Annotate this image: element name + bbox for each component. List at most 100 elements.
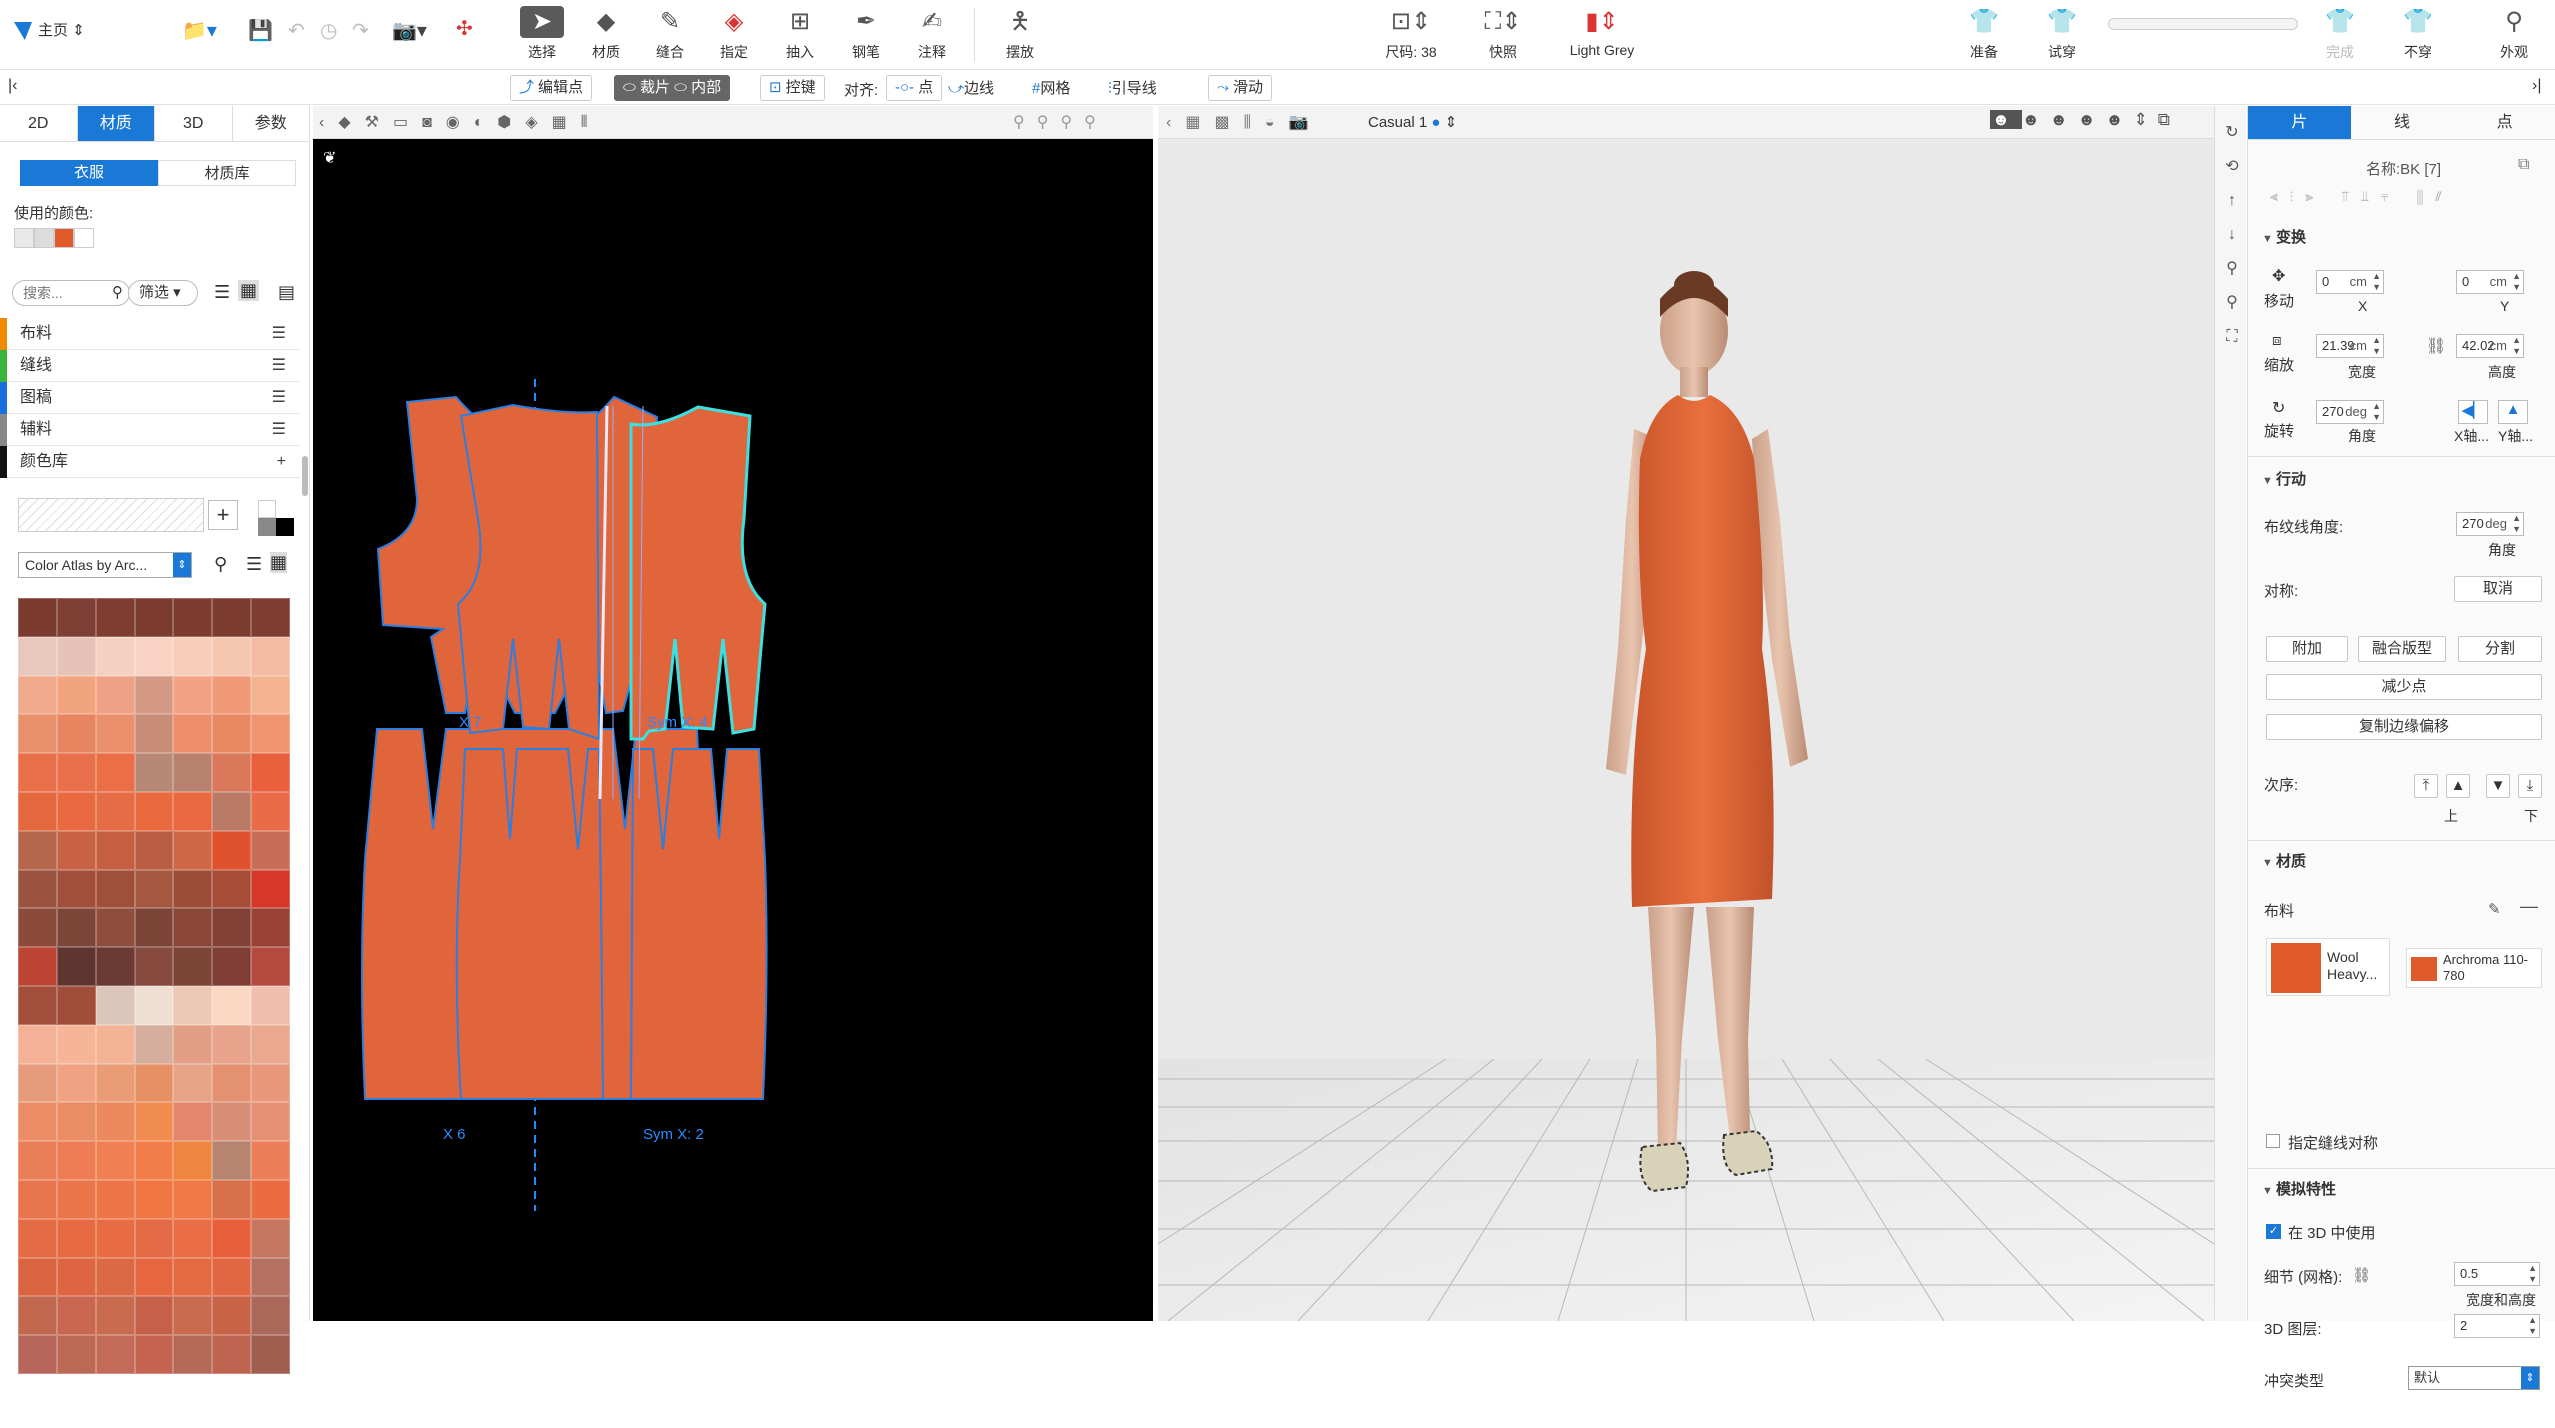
color-swatch[interactable] <box>251 1179 290 1219</box>
color-swatch[interactable] <box>134 598 174 637</box>
control-button[interactable]: ⊡ 控键 <box>760 75 825 101</box>
snapshot-selector[interactable]: ⛶⇕ 快照 <box>1466 6 1540 66</box>
color-swatch[interactable] <box>134 714 174 754</box>
color-swatch[interactable] <box>56 675 96 715</box>
color-swatch[interactable] <box>95 1024 135 1064</box>
color-swatch[interactable] <box>251 636 290 676</box>
color-swatch[interactable] <box>212 1296 252 1336</box>
color-swatch[interactable] <box>95 598 135 637</box>
color-swatch[interactable] <box>134 908 174 948</box>
color-swatch[interactable] <box>56 1335 96 1374</box>
color-swatch[interactable] <box>134 1296 174 1336</box>
color-swatch[interactable] <box>173 1335 213 1374</box>
use-in-3d-checkbox[interactable]: ✓ <box>2266 1224 2281 1239</box>
color-swatch[interactable] <box>134 1063 174 1103</box>
color-swatch[interactable] <box>251 830 290 870</box>
color-swatch[interactable] <box>212 791 252 831</box>
camera-preset-dropdown[interactable]: Casual 1 ● ⇕ <box>1368 113 1457 131</box>
color-swatch[interactable] <box>95 1257 135 1297</box>
color-swatch[interactable] <box>212 869 252 909</box>
color-swatch[interactable] <box>173 830 213 870</box>
color-swatch[interactable] <box>18 1296 57 1336</box>
section-material[interactable]: 材质 <box>2262 850 2306 871</box>
color-swatch[interactable] <box>251 1257 290 1297</box>
redo-icon[interactable]: ↷ <box>352 18 369 43</box>
color-swatch[interactable] <box>173 1141 213 1180</box>
color-swatch[interactable] <box>173 947 213 986</box>
color-swatch[interactable] <box>173 1179 213 1219</box>
color-swatch[interactable] <box>18 1102 57 1142</box>
align-grid-button[interactable]: # 网格 <box>1032 77 1070 101</box>
copy-offset-button[interactable]: 复制边缘偏移 <box>2266 714 2542 740</box>
tryon-button[interactable]: 👕 试穿 <box>2030 6 2094 66</box>
color-swatch[interactable] <box>212 1141 252 1180</box>
avatar-color-selector[interactable]: ▮⇕ Light Grey <box>1560 6 1644 66</box>
color-swatch[interactable] <box>251 1141 290 1180</box>
section-behavior[interactable]: 行动 <box>2262 468 2306 489</box>
color-swatch[interactable] <box>95 985 135 1025</box>
color-swatch[interactable] <box>134 1335 174 1374</box>
color-swatch[interactable] <box>212 1257 252 1297</box>
color-swatch[interactable] <box>173 1102 213 1142</box>
move-x-input[interactable]: 0 cm ▲ ▼ <box>2316 270 2384 294</box>
3d-side-tool-icons[interactable]: ↻ ⟲ ↑ ↓ ⚲ ⚲ ⛶ <box>2223 116 2241 354</box>
color-swatch[interactable] <box>95 636 135 676</box>
color-swatch[interactable] <box>95 908 135 948</box>
add-color-button[interactable]: + <box>208 500 238 530</box>
pen-tool[interactable]: ✒ 钢笔 <box>834 6 898 66</box>
color-swatch[interactable] <box>251 1102 290 1142</box>
color-swatch[interactable] <box>251 1335 290 1374</box>
color-swatch[interactable] <box>212 598 252 637</box>
color-swatch[interactable] <box>18 985 57 1025</box>
minus-icon[interactable]: — <box>2520 896 2538 917</box>
edit-points-button[interactable]: ⤴ 编辑点 <box>510 75 593 101</box>
color-swatch[interactable] <box>18 947 57 986</box>
color-swatch[interactable] <box>134 947 174 986</box>
sew-tool[interactable]: ✎ 缝合 <box>638 6 702 66</box>
color-swatch[interactable] <box>18 714 57 754</box>
color-swatch[interactable] <box>95 1063 135 1103</box>
color-swatch[interactable] <box>134 1141 174 1180</box>
copy-icon[interactable]: ⧉ <box>2518 156 2529 174</box>
subtab-library[interactable]: 材质库 <box>158 160 296 186</box>
select-tool[interactable]: ➤ 选择 <box>510 6 574 66</box>
color-swatch[interactable] <box>56 869 96 909</box>
color-swatch[interactable] <box>95 830 135 870</box>
prepare-button[interactable]: 👕 准备 <box>1952 6 2016 66</box>
menu-icon[interactable]: ☰ <box>272 318 286 350</box>
search-icon[interactable]: ⚲ <box>112 283 123 301</box>
link-icon[interactable]: ⛓ <box>2426 336 2446 356</box>
color-swatch[interactable] <box>18 675 57 715</box>
color-swatch[interactable] <box>173 1296 213 1336</box>
color-swatch[interactable] <box>18 1218 57 1258</box>
insert-tool[interactable]: ⊞ 抽入 <box>768 6 832 66</box>
color-swatch[interactable] <box>134 1179 174 1219</box>
color-swatch[interactable] <box>18 1063 57 1103</box>
color-swatch[interactable] <box>173 714 213 754</box>
scrollbar[interactable] <box>302 456 308 496</box>
color-swatch[interactable] <box>251 985 290 1025</box>
color-swatch[interactable] <box>95 1141 135 1180</box>
color-swatch[interactable] <box>56 830 96 870</box>
color-swatch[interactable] <box>95 869 135 909</box>
color-swatch[interactable] <box>134 830 174 870</box>
collapse-right-icon[interactable]: ›| <box>2532 77 2541 95</box>
flip-y-button[interactable]: ▲ <box>2498 400 2528 424</box>
align-edge-button[interactable]: ⤻ 边线 <box>948 77 994 101</box>
slide-button[interactable]: ⤳ 滑动 <box>1208 75 1273 101</box>
color-swatch[interactable] <box>173 636 213 676</box>
order-up-button[interactable]: ▲ <box>2446 774 2470 798</box>
attach-button[interactable]: 附加 <box>2266 636 2348 662</box>
color-swatch[interactable] <box>18 908 57 948</box>
subtab-clothes[interactable]: 衣服 <box>20 160 158 186</box>
color-swatch[interactable] <box>251 947 290 986</box>
app-logo-icon[interactable]: ✣ <box>456 16 473 41</box>
3d-tool-icons[interactable]: ‹▦▩⫼◒📷 <box>1166 112 1323 132</box>
assign-tool[interactable]: ◈ 指定 <box>702 6 766 66</box>
color-swatch[interactable] <box>134 1257 174 1297</box>
list-view-icon[interactable]: ☰ <box>214 282 230 303</box>
section-simulation[interactable]: 模拟特性 <box>2262 1178 2336 1199</box>
not-wear-button[interactable]: 👕 不穿 <box>2386 6 2450 66</box>
color-swatch[interactable] <box>56 636 96 676</box>
color-swatch[interactable] <box>18 1335 57 1374</box>
